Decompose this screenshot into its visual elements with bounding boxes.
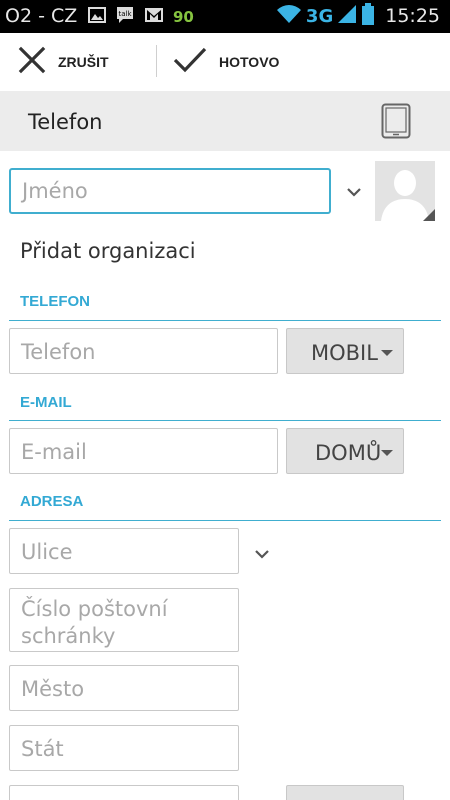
dropdown-arrow-icon	[381, 450, 393, 456]
status-bar: O2 - CZ talk 90 3G 15:25	[0, 0, 450, 33]
notification-icons: talk 90	[88, 7, 194, 27]
address-section-header: ADRESA	[20, 493, 84, 510]
wifi-icon	[276, 4, 302, 28]
notification-count: 90	[173, 8, 194, 26]
street-placeholder: Ulice	[21, 540, 73, 564]
done-button[interactable]: HOTOVO	[173, 33, 279, 91]
dropdown-arrow-icon	[381, 350, 393, 356]
gmail-icon	[144, 7, 164, 27]
city-input[interactable]: Město	[9, 665, 239, 711]
email-type-value: DOMŮ	[315, 441, 382, 465]
cancel-label: ZRUŠIT	[58, 54, 109, 70]
cancel-button[interactable]: ZRUŠIT	[18, 33, 109, 91]
email-type-dropdown[interactable]: DOMŮ	[286, 428, 404, 474]
address-expand-chevron-icon[interactable]	[254, 545, 270, 564]
contact-photo[interactable]	[375, 161, 435, 221]
postal-code-input[interactable]	[9, 785, 239, 800]
phone-placeholder: Telefon	[21, 340, 96, 364]
clock: 15:25	[385, 5, 440, 27]
done-label: HOTOVO	[219, 54, 280, 70]
address-section-divider	[9, 520, 441, 521]
account-row[interactable]: Telefon	[0, 91, 450, 151]
email-input[interactable]: E-mail	[9, 428, 278, 474]
action-bar: ZRUŠIT HOTOVO	[0, 33, 450, 91]
image-notification-icon	[88, 7, 106, 27]
phone-type-dropdown[interactable]: MOBIL	[286, 328, 404, 374]
phone-device-icon	[381, 103, 411, 143]
pobox-input[interactable]: Číslo poštovní schránky	[9, 588, 239, 652]
name-placeholder: Jméno	[22, 179, 88, 203]
name-expand-chevron-icon[interactable]	[346, 183, 362, 202]
phone-type-value: MOBIL	[311, 341, 378, 365]
battery-icon	[361, 3, 375, 29]
state-input[interactable]: Stát	[9, 725, 239, 771]
signal-icon	[337, 4, 357, 28]
name-input[interactable]: Jméno	[9, 168, 331, 214]
pobox-placeholder: Číslo poštovní schránky	[21, 597, 168, 648]
city-placeholder: Město	[21, 677, 85, 701]
phone-section-header: TELEFON	[20, 293, 90, 310]
network-type: 3G	[305, 5, 334, 27]
state-placeholder: Stát	[21, 737, 64, 761]
svg-text:talk: talk	[118, 10, 132, 18]
carrier-name: O2 - CZ	[5, 5, 78, 27]
street-input[interactable]: Ulice	[9, 528, 239, 574]
email-section-divider	[9, 420, 441, 421]
talk-icon: talk	[115, 5, 135, 29]
address-type-dropdown[interactable]	[286, 785, 404, 800]
phone-input[interactable]: Telefon	[9, 328, 278, 374]
add-organization-link[interactable]: Přidat organizaci	[20, 239, 196, 263]
email-placeholder: E-mail	[21, 440, 87, 464]
action-bar-divider	[156, 45, 157, 77]
email-section-header: E-MAIL	[20, 394, 72, 411]
status-indicators: 3G 15:25	[276, 3, 440, 29]
account-title: Telefon	[28, 110, 103, 134]
person-silhouette-icon	[375, 161, 435, 221]
phone-section-divider	[9, 320, 441, 321]
close-icon	[18, 46, 46, 78]
checkmark-icon	[173, 46, 207, 78]
